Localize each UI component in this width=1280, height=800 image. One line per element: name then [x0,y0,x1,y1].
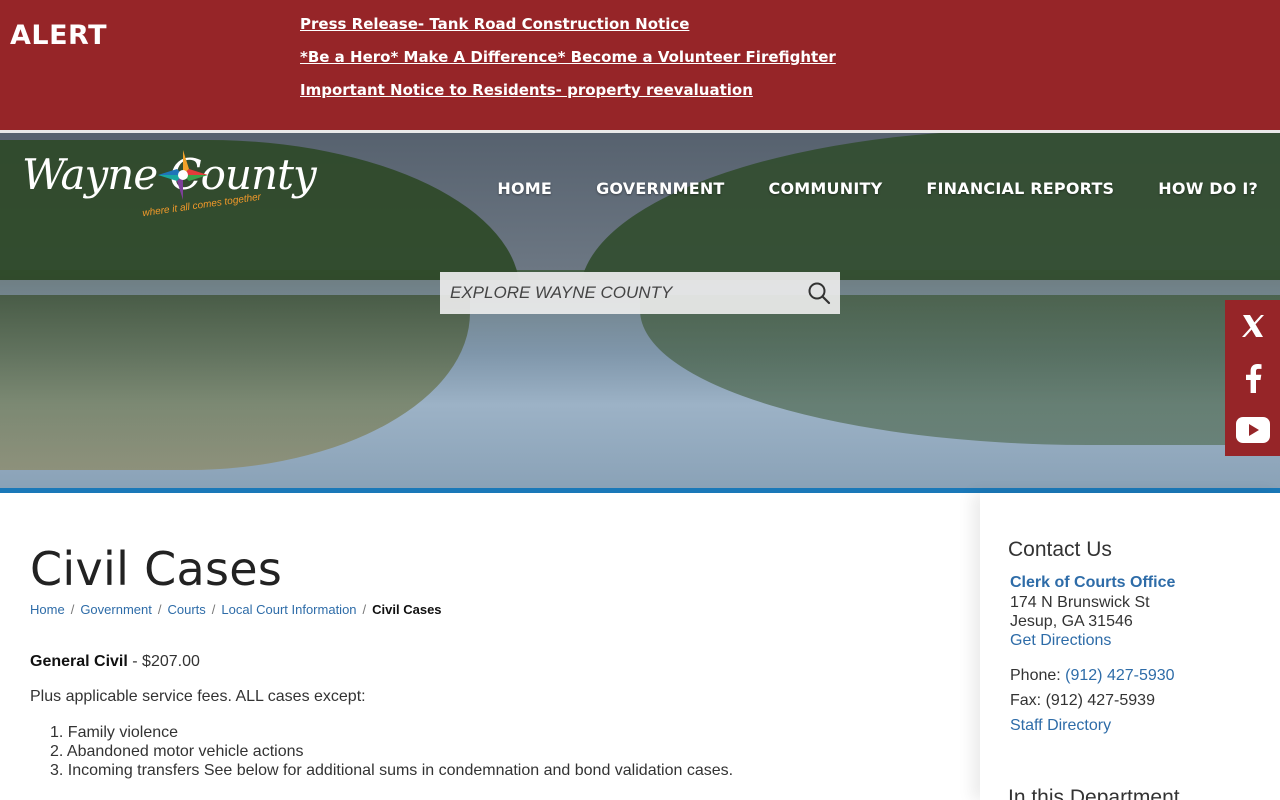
address-line-2: Jesup, GA 31546 [1010,613,1133,630]
youtube-icon[interactable] [1225,404,1280,456]
contact-title: Contact Us [1008,538,1112,561]
breadcrumb: Home / Government / Courts / Local Court Infor… [30,602,442,617]
logo[interactable]: Wayne County where it all comes together [22,142,317,224]
staff-directory-link[interactable]: Staff Directory [1010,717,1111,735]
hero-separator [0,130,1280,133]
x-icon[interactable] [1225,300,1280,352]
nav-community[interactable]: COMMUNITY [769,179,883,198]
breadcrumb-home[interactable]: Home [30,602,65,617]
facebook-icon[interactable] [1225,352,1280,404]
nav-home[interactable]: HOME [497,179,552,198]
get-directions-link[interactable]: Get Directions [1010,632,1111,650]
fax-line: Fax: (912) 427-5939 [1010,692,1155,709]
phone-line: Phone: (912) 427-5930 [1010,667,1175,685]
breadcrumb-separator: / [211,602,216,617]
list-item: 2. Abandoned motor vehicle actions [50,743,304,760]
general-civil-value: - $207.00 [132,653,200,670]
nav-government[interactable]: GOVERNMENT [596,179,724,198]
fee-intro: Plus applicable service fees. ALL cases … [30,688,366,705]
phone-link[interactable]: (912) 427-5930 [1065,667,1174,684]
alert-link-tank-road[interactable]: Press Release- Tank Road Construction No… [300,14,836,47]
alert-link-volunteer-firefighter[interactable]: *Be a Hero* Make A Difference* Become a … [300,47,836,80]
department-section-title: In this Department [1008,786,1180,800]
page-title: Civil Cases [30,542,283,596]
breadcrumb-separator: / [362,602,367,617]
breadcrumb-local-court-information[interactable]: Local Court Information [221,602,356,617]
breadcrumb-courts[interactable]: Courts [167,602,205,617]
search-icon[interactable] [806,280,832,306]
list-item: 3. Incoming transfers See below for addi… [50,762,734,779]
phone-label: Phone: [1010,667,1066,684]
alert-link-property-reevaluation[interactable]: Important Notice to Residents- property … [300,80,836,113]
general-civil-fee: General Civil - $207.00 [30,653,200,671]
alert-bar: ALERT Press Release- Tank Road Construct… [0,0,1280,130]
contact-sidebar: Contact Us Clerk of Courts Office 174 N … [980,493,1280,800]
nav-how-do-i[interactable]: HOW DO I? [1158,179,1258,198]
search-input[interactable] [450,272,790,314]
search-box [440,272,840,314]
list-item: 1. Family violence [50,724,179,741]
social-bar [1225,300,1280,456]
breadcrumb-separator: / [157,602,162,617]
logo-star-icon [158,150,208,200]
main-nav: HOME GOVERNMENT COMMUNITY FINANCIAL REPO… [497,179,1258,198]
breadcrumb-current: Civil Cases [372,602,442,617]
nav-financial-reports[interactable]: FINANCIAL REPORTS [926,179,1114,198]
alert-links: Press Release- Tank Road Construction No… [300,14,836,113]
breadcrumb-government[interactable]: Government [80,602,152,617]
exception-list: 1. Family violence 2. Abandoned motor ve… [50,723,733,780]
office-name-link[interactable]: Clerk of Courts Office [1010,574,1175,592]
breadcrumb-separator: / [70,602,75,617]
address-line-1: 174 N Brunswick St [1010,594,1150,611]
alert-label: ALERT [10,20,108,51]
general-civil-label: General Civil [30,653,128,670]
